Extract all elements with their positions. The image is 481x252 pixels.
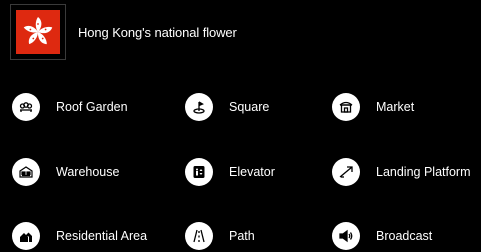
legend-label: Warehouse: [56, 165, 120, 179]
roof-garden-icon: [12, 93, 40, 121]
legend-item-landing-platform[interactable]: Landing Platform: [332, 157, 471, 187]
legend-item-market[interactable]: Market: [332, 92, 414, 122]
header-title: Hong Kong's national flower: [78, 24, 237, 40]
legend-label: Elevator: [229, 165, 275, 179]
path-icon: [185, 222, 213, 250]
legend-item-residential-area[interactable]: Residential Area: [12, 221, 147, 251]
legend-label: Path: [229, 229, 255, 243]
legend-item-elevator[interactable]: Elevator: [185, 157, 275, 187]
residential-area-icon: [12, 222, 40, 250]
landing-platform-icon: [332, 158, 360, 186]
legend-item-broadcast[interactable]: Broadcast: [332, 221, 432, 251]
flag-frame: [10, 4, 66, 60]
legend-label: Square: [229, 100, 270, 114]
legend-label: Roof Garden: [56, 100, 128, 114]
market-icon: [332, 93, 360, 121]
legend-item-square[interactable]: Square: [185, 92, 269, 122]
header: Hong Kong's national flower: [10, 4, 237, 60]
elevator-icon: [185, 158, 213, 186]
legend-label: Residential Area: [56, 229, 148, 243]
legend-label: Market: [376, 100, 415, 114]
legend-item-warehouse[interactable]: Warehouse: [12, 157, 119, 187]
warehouse-icon: [12, 158, 40, 186]
bauhinia-flag-icon: [16, 10, 60, 54]
square-icon: [185, 93, 213, 121]
broadcast-icon: [332, 222, 360, 250]
legend-label: Broadcast: [376, 229, 433, 243]
legend-label: Landing Platform: [376, 165, 471, 179]
legend-item-roof-garden[interactable]: Roof Garden: [12, 92, 128, 122]
legend-item-path[interactable]: Path: [185, 221, 255, 251]
